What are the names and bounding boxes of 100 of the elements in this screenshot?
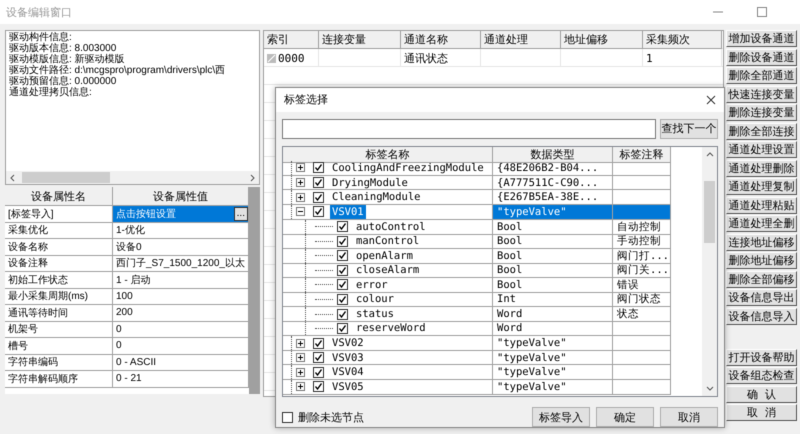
data-type: "typeValve" <box>493 350 613 366</box>
action-button[interactable]: 连接地址偏移 <box>726 234 797 250</box>
action-button[interactable]: 删除连接变量 <box>726 104 797 121</box>
tag-comment: 阀门关... <box>613 263 671 278</box>
tag-name[interactable]: autoControl <box>354 220 428 234</box>
action-button[interactable]: 通道处理删除 <box>726 160 797 176</box>
action-button[interactable]: 删除全部通道 <box>726 67 797 84</box>
column-header: 采集频次 <box>643 31 722 49</box>
data-type: Word <box>493 307 613 322</box>
property-value[interactable]: 0 <box>113 338 249 354</box>
tag-comment: 状态 <box>613 307 671 322</box>
action-button[interactable]: 通道处理复制 <box>726 178 797 195</box>
property-name: 设备注释 <box>5 256 113 272</box>
column-header: 标签名称 <box>283 146 493 163</box>
info-line: 驱动模版信息: 新驱动模版 <box>9 54 125 65</box>
property-name: 机架号 <box>5 322 113 338</box>
action-button[interactable]: 通道处理粘贴 <box>726 196 797 214</box>
action-button[interactable]: 删除全部连接 <box>726 122 797 140</box>
tag-name[interactable]: colour <box>354 292 396 306</box>
column-header: 通道处理 <box>481 31 561 49</box>
property-name: 槽号 <box>5 338 113 354</box>
property-value[interactable]: 0 - ASCII <box>113 354 249 371</box>
tag-name[interactable]: error <box>354 278 390 292</box>
tag-comment: 阀门状态 <box>613 292 671 308</box>
action-button[interactable]: 取 消 <box>726 404 797 421</box>
action-button[interactable]: 快速连接变量 <box>726 86 797 102</box>
info-line: 驱动文件路径: d:\mcgspro\program\drivers\plc\西 <box>9 65 226 76</box>
data-type: Bool <box>493 278 613 293</box>
column-header: 设备属性名 <box>5 187 113 206</box>
browse-button[interactable]: ... <box>234 206 248 221</box>
property-name: 初始工作状态 <box>5 272 113 288</box>
property-value[interactable]: 0 <box>113 322 249 338</box>
action-button[interactable]: 删除全部偏移 <box>726 270 797 288</box>
column-header: 通道名称 <box>401 31 481 49</box>
column-header: 连接变量 <box>319 31 401 49</box>
tag-name[interactable]: openAlarm <box>354 248 415 263</box>
property-value[interactable]: 100 <box>113 288 249 305</box>
info-line: 通道处理拷贝信息: <box>9 87 92 98</box>
action-button[interactable]: 打开设备帮助 <box>726 348 797 366</box>
data-type: "typeValve" <box>493 365 613 380</box>
table-cell: 0000 <box>278 52 304 64</box>
action-button[interactable]: 通道处理全删 <box>726 215 797 232</box>
action-button[interactable]: 设备组态检查 <box>726 367 797 384</box>
tag-name[interactable]: CoolingAndFreezingModule <box>330 161 486 175</box>
tag-name[interactable]: closeAlarm <box>354 263 422 278</box>
property-value[interactable]: 设备0 <box>113 239 249 256</box>
property-value[interactable]: 西门子_S7_1500_1200_以太 <box>113 256 249 272</box>
property-value[interactable]: 1 - 启动 <box>113 272 249 288</box>
tag-name[interactable]: CleaningModule <box>330 190 423 204</box>
action-button[interactable]: 删除地址偏移 <box>726 252 797 269</box>
data-type: Word <box>493 322 613 336</box>
property-value[interactable]: 点击按钮设置 ... <box>113 206 249 222</box>
data-type: "typeValve" <box>493 204 613 220</box>
property-name: 设备名称 <box>5 239 113 256</box>
tag-name[interactable]: VSV04 <box>330 365 366 380</box>
data-type: Int <box>493 292 613 308</box>
tag-name[interactable]: manControl <box>354 234 422 248</box>
property-value[interactable]: 200 <box>113 305 249 322</box>
table-cell: 通讯状态 <box>404 50 448 66</box>
action-button[interactable]: 增加设备通道 <box>726 30 797 47</box>
tag-name[interactable]: status <box>354 307 396 322</box>
tag-comment: 错误 <box>613 278 671 293</box>
tag-name[interactable]: VSV02 <box>330 336 366 350</box>
dialog-button[interactable]: 确定 <box>596 407 654 427</box>
table-cell: 1 <box>646 52 653 64</box>
data-type: {A777511C-C90... <box>493 176 613 190</box>
checkbox-label[interactable]: 删除未选节点 <box>298 410 364 424</box>
property-name: 最小采集周期(ms) <box>5 288 113 305</box>
tag-comment: 阀门打... <box>613 248 671 264</box>
action-button[interactable]: 通道处理设置 <box>726 141 797 158</box>
find-next-button[interactable]: 查找下一个 <box>660 118 718 139</box>
column-header: 地址偏移 <box>561 31 643 49</box>
dialog-button[interactable]: 标签导入 <box>532 407 590 427</box>
property-name: 字符串编码 <box>5 354 113 371</box>
data-type: Bool <box>493 220 613 235</box>
data-type: Bool <box>493 263 613 278</box>
tag-name[interactable]: VSV05 <box>330 380 366 394</box>
tag-comment: 手动控制 <box>613 234 671 250</box>
action-button[interactable]: 设备信息导入 <box>726 308 797 324</box>
data-type: Bool <box>493 248 613 264</box>
column-header: 数据类型 <box>493 146 613 163</box>
dialog-button[interactable]: 取消 <box>660 407 718 427</box>
tag-name[interactable]: VSV01 <box>330 204 366 219</box>
tag-comment: 自动控制 <box>613 220 671 235</box>
data-type: {48E206B2-B04... <box>493 161 613 176</box>
info-line: 驱动版本信息: 8.003000 <box>9 43 116 54</box>
column-header: 标签注释 <box>613 146 671 163</box>
tag-name[interactable]: reserveWord <box>354 322 428 336</box>
column-header: 索引 <box>264 31 319 49</box>
property-value[interactable]: 1-优化 <box>113 222 249 239</box>
property-name: 通讯等待时间 <box>5 305 113 322</box>
property-name: 采集优化 <box>5 222 113 239</box>
dialog-title: 标签选择 <box>284 92 328 108</box>
data-type: "typeValve" <box>493 336 613 351</box>
action-button[interactable]: 删除设备通道 <box>726 48 797 66</box>
tag-name[interactable]: VSV03 <box>330 350 366 364</box>
tag-name[interactable]: DryingModule <box>330 176 410 190</box>
action-button[interactable]: 确 认 <box>726 386 797 402</box>
action-button[interactable]: 设备信息导出 <box>726 289 797 306</box>
property-value[interactable]: 0 - 21 <box>113 371 249 388</box>
